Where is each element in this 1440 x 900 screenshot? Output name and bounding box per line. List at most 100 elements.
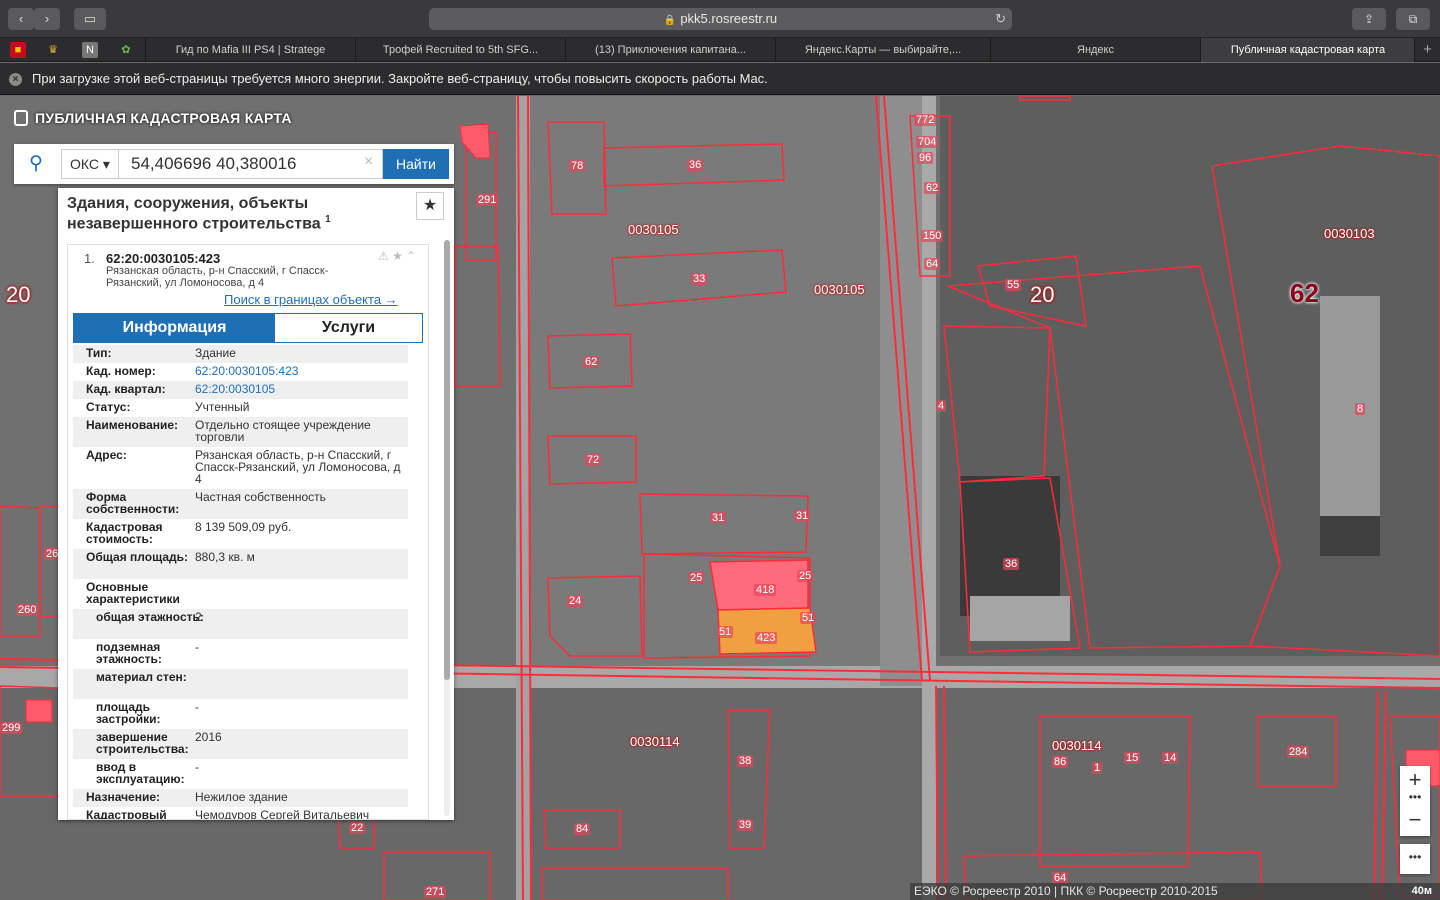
clear-icon[interactable]: × xyxy=(364,153,373,171)
frog-icon[interactable]: ✿ xyxy=(118,42,134,58)
parcel-label[interactable]: 86 xyxy=(1052,756,1069,768)
share-icon[interactable]: ⇪ xyxy=(1352,8,1386,30)
search-input[interactable]: 54,406696 40,380016 xyxy=(119,149,383,179)
energy-warning-bar: × При загрузке этой веб-страницы требует… xyxy=(0,63,1440,95)
warning-text: При загрузке этой веб-страницы требуется… xyxy=(32,71,768,86)
parcel-label[interactable]: 271 xyxy=(424,886,447,898)
attr-row: Форма собственности: Частная собственност… xyxy=(73,489,408,519)
tab-captain[interactable]: (13) Приключения капитана... xyxy=(565,38,775,62)
parcel-label[interactable]: 31 xyxy=(794,510,811,522)
parcel-label[interactable]: 150 xyxy=(921,230,944,242)
tab-mafia[interactable]: Гид по Mafia III PS4 | Stratege xyxy=(145,38,355,62)
parcel-label[interactable]: 14 xyxy=(1162,752,1179,764)
url-text: pkk5.rosreestr.ru xyxy=(680,11,778,26)
zoom-control: + ••• − xyxy=(1400,766,1430,836)
parcel-label[interactable]: 62 xyxy=(924,182,941,194)
tab-information[interactable]: Информация xyxy=(74,314,275,342)
spain-flag-icon[interactable]: ■ xyxy=(10,42,26,58)
search-in-bounds-link[interactable]: Поиск в границах объекта → xyxy=(224,292,398,307)
scale-bar: 40м xyxy=(1411,885,1432,897)
back-button[interactable]: ‹ xyxy=(8,8,34,30)
tab-services[interactable]: Услуги xyxy=(275,314,422,342)
attr-row: Общая площадь: 880,3 кв. м xyxy=(73,549,408,579)
attr-row: подземная этажность: - xyxy=(96,640,199,666)
region-label: 62 xyxy=(1290,278,1319,308)
tabs-overview-icon[interactable]: ⧉ xyxy=(1396,8,1430,30)
attributes-table: Тип: Здание Кад. номер: 62:20:0030105:423 … xyxy=(73,345,408,819)
zoom-out-button[interactable]: − xyxy=(1400,806,1430,836)
parcel-label[interactable]: 15 xyxy=(1124,752,1141,764)
parcel-label[interactable]: 291 xyxy=(476,194,499,206)
parcel-label[interactable]: 39 xyxy=(737,819,754,831)
close-icon[interactable]: × xyxy=(9,73,22,86)
attr-row: площадь застройки: - xyxy=(96,700,199,726)
object-type-select[interactable]: ОКС ▾ xyxy=(61,149,119,179)
search-icon[interactable]: ⚲ xyxy=(24,152,48,176)
parcel-label[interactable]: 772 xyxy=(914,114,937,126)
quarter-label: 0030105 xyxy=(628,222,679,237)
parcel-label[interactable]: 51 xyxy=(800,612,817,624)
card-actions[interactable]: ⚠ ★ ⌃ xyxy=(378,249,416,263)
attr-row: завершение строительства: 2016 xyxy=(73,729,408,759)
parcel-label[interactable]: 4 xyxy=(936,400,947,412)
tab-trophy[interactable]: Трофей Recruited to 5th SFG... xyxy=(355,38,565,62)
search-box: ⚲ ОКС ▾ 54,406696 40,380016 × Найти xyxy=(14,144,454,184)
parcel-label[interactable]: 36 xyxy=(1003,558,1020,570)
parcel-label[interactable]: 78 xyxy=(569,160,586,172)
parcel-label[interactable]: 704 xyxy=(916,136,939,148)
parcel-label[interactable]: 260 xyxy=(16,604,39,616)
attr-row: Наименование: Отдельно стоящее учреждение… xyxy=(73,417,408,447)
parcel-label[interactable]: 8 xyxy=(1355,403,1366,415)
object-address: Рязанская область, р-н Спасский, г Спасс… xyxy=(106,265,329,289)
quarter-label: 0030103 xyxy=(1324,226,1375,241)
n-bookmark-icon[interactable]: N xyxy=(82,42,98,58)
reload-icon[interactable]: ↻ xyxy=(995,8,1006,30)
parcel-label[interactable]: 51 xyxy=(717,626,734,638)
parcel-label[interactable]: 25 xyxy=(797,570,814,582)
cadastral-map[interactable]: 0030105 0030105 0030103 0030114 0030114 … xyxy=(0,96,1440,900)
attr-row: Статус: Учтенный xyxy=(86,400,250,414)
tab-yandex[interactable]: Яндекс xyxy=(990,38,1200,62)
parcel-label[interactable]: 72 xyxy=(585,454,602,466)
parcel-label[interactable]: 25 xyxy=(688,572,705,584)
parcel-label[interactable]: 84 xyxy=(574,823,591,835)
parcel-label[interactable]: 38 xyxy=(737,755,754,767)
info-panel: Здания, сооружения, объекты незавершенно… xyxy=(58,188,454,820)
district-label: 20 xyxy=(6,282,31,307)
find-button[interactable]: Найти xyxy=(383,149,449,179)
parcel-label[interactable]: 1 xyxy=(1092,762,1103,774)
parcel-label[interactable]: 36 xyxy=(687,159,704,171)
tab-yandex-maps[interactable]: Яндекс.Карты — выбирайте,... xyxy=(775,38,990,62)
panel-scrollbar[interactable] xyxy=(444,240,450,816)
attr-row: ввод в эксплуатацию: - xyxy=(96,760,199,786)
favorite-star-icon[interactable]: ★ xyxy=(416,192,444,220)
attr-row: Кад. номер: 62:20:0030105:423 xyxy=(86,364,299,378)
attr-row: Кад. квартал: 62:20:0030105 xyxy=(73,381,408,399)
map-menu-button[interactable]: ••• xyxy=(1400,844,1430,874)
forward-button[interactable]: › xyxy=(34,8,60,30)
quarter-label: 0030114 xyxy=(1052,738,1102,753)
parcel-label[interactable]: 24 xyxy=(567,595,584,607)
trophy-icon[interactable]: ♛ xyxy=(45,42,61,58)
cadastral-number[interactable]: 62:20:0030105:423 xyxy=(106,251,220,266)
parcel-label[interactable]: 22 xyxy=(349,822,366,834)
map-attribution: ЕЭКО © Росреестр 2010 | ПКК © Росреестр … xyxy=(910,883,1440,900)
attr-row: Назначение: Нежилое здание xyxy=(73,789,408,807)
parcel-label[interactable]: 33 xyxy=(691,273,708,285)
parcel-label[interactable]: 423 xyxy=(755,632,778,644)
item-number: 1. xyxy=(84,251,95,266)
parcel-label[interactable]: 96 xyxy=(917,152,934,164)
sidebar-toggle-icon[interactable]: ▭ xyxy=(74,8,106,30)
parcel-label[interactable]: 55 xyxy=(1005,279,1022,291)
parcel-label[interactable]: 31 xyxy=(710,512,727,524)
panel-title: Здания, сооружения, объекты незавершенно… xyxy=(67,195,331,233)
more-dots-icon[interactable]: ••• xyxy=(1400,791,1430,806)
parcel-label[interactable]: 62 xyxy=(583,356,600,368)
parcel-label[interactable]: 299 xyxy=(0,722,23,734)
new-tab-button[interactable]: + xyxy=(1414,38,1440,62)
parcel-label[interactable]: 284 xyxy=(1287,746,1310,758)
tab-cadastral-map[interactable]: Публичная кадастровая карта xyxy=(1200,38,1415,62)
parcel-label[interactable]: 418 xyxy=(754,584,777,596)
parcel-label[interactable]: 64 xyxy=(924,258,941,270)
address-bar[interactable]: 🔒 pkk5.rosreestr.ru ↻ xyxy=(429,8,1012,30)
